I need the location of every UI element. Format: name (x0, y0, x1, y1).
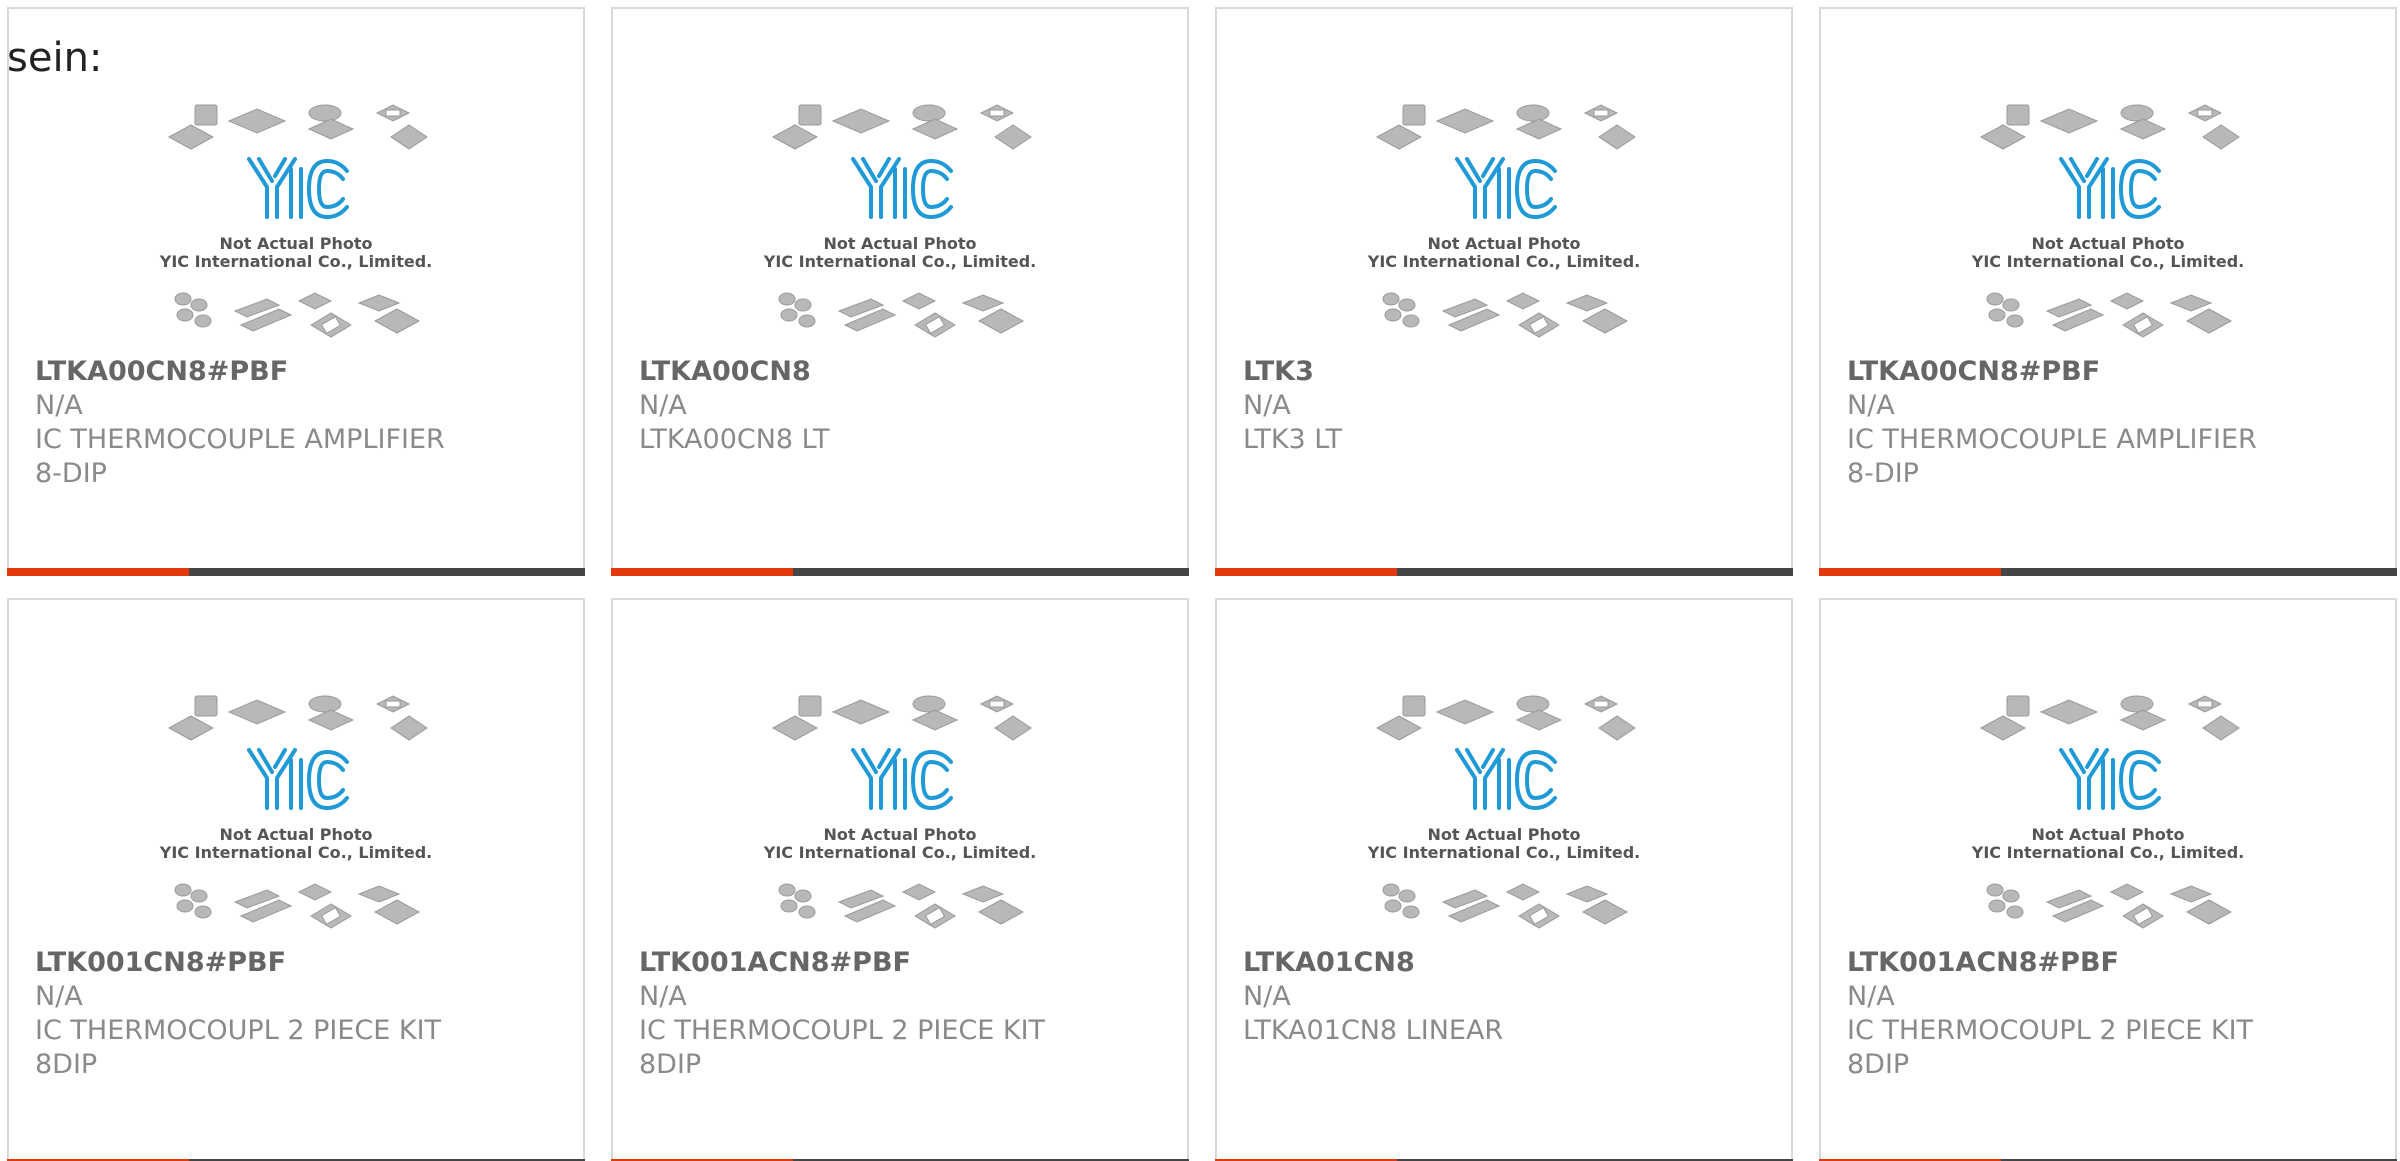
part-number-link[interactable]: LTK001ACN8#PBF (1847, 946, 2385, 980)
description-line: 8-DIP (35, 458, 107, 489)
page: sein: Not Actual Photo YIC International… (0, 0, 2400, 1161)
description-line: LTK3 LT (1243, 424, 1343, 455)
product-card[interactable]: Not Actual Photo YIC International Co., … (7, 7, 585, 576)
product-placeholder-image[interactable]: Not Actual Photo YIC International Co., … (9, 600, 583, 940)
description-line: IC THERMOCOUPLE AMPLIFIER (1847, 424, 2257, 455)
product-card[interactable]: Not Actual Photo YIC International Co., … (1215, 7, 1793, 576)
placeholder-line2: YIC International Co., Limited. (159, 252, 432, 271)
placeholder-line2: YIC International Co., Limited. (1971, 252, 2244, 271)
card-bottom-bar (7, 568, 585, 576)
product-card[interactable]: Not Actual Photo YIC International Co., … (1819, 598, 2397, 1161)
description-line: IC THERMOCOUPLE AMPLIFIER (35, 424, 445, 455)
part-number-link[interactable]: LTK001CN8#PBF (35, 946, 573, 980)
product-placeholder-image[interactable]: Not Actual Photo YIC International Co., … (1821, 9, 2395, 349)
card-bottom-bar (1819, 568, 2397, 576)
product-card[interactable]: Not Actual Photo YIC International Co., … (1819, 7, 2397, 576)
card-accent-bar (1819, 568, 2001, 576)
product-info: LTKA00CN8#PBF N/A IC THERMOCOUPLE AMPLIFIE… (35, 355, 573, 491)
manufacturer: N/A (35, 390, 83, 421)
description-line: LTKA01CN8 LINEAR (1243, 1015, 1504, 1046)
product-card[interactable]: Not Actual Photo YIC International Co., … (611, 598, 1189, 1161)
part-number-link[interactable]: LTKA00CN8 (639, 355, 1177, 389)
lead-text: sein: (7, 35, 103, 81)
manufacturer: N/A (1243, 981, 1291, 1012)
product-info: LTKA01CN8 N/A LTKA01CN8 LINEAR (1243, 946, 1781, 1048)
product-card[interactable]: Not Actual Photo YIC International Co., … (611, 7, 1189, 576)
placeholder-line1: Not Actual Photo (2031, 234, 2184, 253)
description-line: IC THERMOCOUPL 2 PIECE KIT (35, 1015, 442, 1046)
placeholder-line2: YIC International Co., Limited. (1367, 252, 1640, 271)
manufacturer: N/A (35, 981, 83, 1012)
placeholder-line1: Not Actual Photo (219, 234, 372, 253)
part-number-link[interactable]: LTK3 (1243, 355, 1781, 389)
manufacturer: N/A (639, 390, 687, 421)
product-card[interactable]: Not Actual Photo YIC International Co., … (7, 598, 585, 1161)
product-placeholder-image[interactable]: Not Actual Photo YIC International Co., … (613, 600, 1187, 940)
manufacturer: N/A (1847, 390, 1895, 421)
product-info: LTK001CN8#PBF N/A IC THERMOCOUPL 2 PIECE K… (35, 946, 573, 1082)
card-accent-bar (611, 568, 793, 576)
product-info: LTK001ACN8#PBF N/A IC THERMOCOUPL 2 PIECE … (1847, 946, 2385, 1082)
product-info: LTKA00CN8#PBF N/A IC THERMOCOUPLE AMPLIFIE… (1847, 355, 2385, 491)
product-placeholder-image[interactable]: Not Actual Photo YIC International Co., … (1217, 9, 1791, 349)
description-line: 8DIP (35, 1049, 98, 1080)
placeholder-line1: Not Actual Photo (823, 234, 976, 253)
description-line: 8DIP (1847, 1049, 1910, 1080)
product-card[interactable]: Not Actual Photo YIC International Co., … (1215, 598, 1793, 1161)
manufacturer: N/A (1847, 981, 1895, 1012)
placeholder-line2: YIC International Co., Limited. (1367, 843, 1640, 862)
product-info: LTK001ACN8#PBF N/A IC THERMOCOUPL 2 PIECE … (639, 946, 1177, 1082)
product-placeholder-image[interactable]: Not Actual Photo YIC International Co., … (1821, 600, 2395, 940)
card-bottom-bar (1215, 568, 1793, 576)
manufacturer: N/A (639, 981, 687, 1012)
placeholder-line2: YIC International Co., Limited. (763, 252, 1036, 271)
part-number-link[interactable]: LTK001ACN8#PBF (639, 946, 1177, 980)
part-number-link[interactable]: LTKA00CN8#PBF (1847, 355, 2385, 389)
part-number-link[interactable]: LTKA00CN8#PBF (35, 355, 573, 389)
part-number-link[interactable]: LTKA01CN8 (1243, 946, 1781, 980)
product-info: LTK3 N/A LTK3 LT (1243, 355, 1781, 457)
placeholder-line2: YIC International Co., Limited. (763, 843, 1036, 862)
description-line: 8DIP (639, 1049, 702, 1080)
placeholder-line1: Not Actual Photo (2031, 825, 2184, 844)
description-line: 8-DIP (1847, 458, 1919, 489)
product-placeholder-image[interactable]: Not Actual Photo YIC International Co., … (1217, 600, 1791, 940)
manufacturer: N/A (1243, 390, 1291, 421)
card-bottom-bar (611, 568, 1189, 576)
description-line: IC THERMOCOUPL 2 PIECE KIT (639, 1015, 1046, 1046)
placeholder-line1: Not Actual Photo (219, 825, 372, 844)
placeholder-line1: Not Actual Photo (1427, 234, 1580, 253)
placeholder-line2: YIC International Co., Limited. (1971, 843, 2244, 862)
description-line: IC THERMOCOUPL 2 PIECE KIT (1847, 1015, 2254, 1046)
placeholder-line1: Not Actual Photo (823, 825, 976, 844)
placeholder-line1: Not Actual Photo (1427, 825, 1580, 844)
card-accent-bar (1215, 568, 1397, 576)
description-line: LTKA00CN8 LT (639, 424, 830, 455)
card-accent-bar (7, 568, 189, 576)
product-info: LTKA00CN8 N/A LTKA00CN8 LT (639, 355, 1177, 457)
placeholder-line2: YIC International Co., Limited. (159, 843, 432, 862)
product-placeholder-image[interactable]: Not Actual Photo YIC International Co., … (613, 9, 1187, 349)
